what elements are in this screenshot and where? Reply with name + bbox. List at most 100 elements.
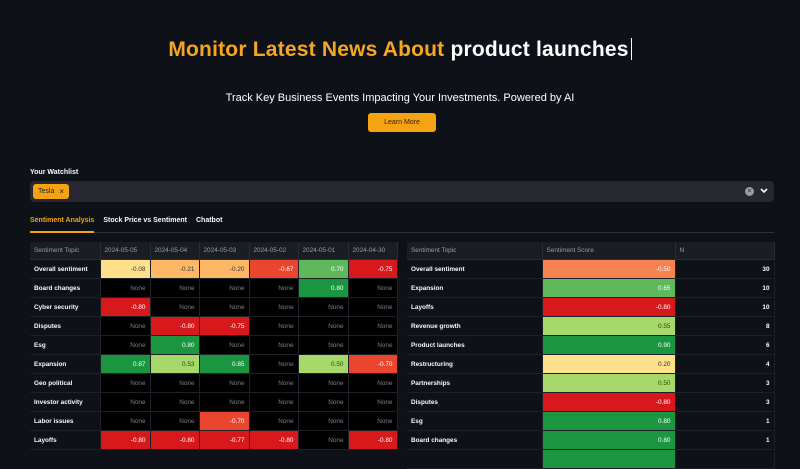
sentiment-cell: None [298, 430, 349, 450]
row-topic: Restructuring [407, 354, 543, 374]
table-row: Revenue growth 0.55 8 [407, 316, 775, 336]
count-cell: 3 [675, 392, 775, 412]
sentiment-cell: -0.20 [199, 259, 250, 279]
sentiment-cell: None [199, 392, 250, 412]
sentiment-cell: None [348, 316, 398, 336]
chip-remove-icon[interactable]: × [59, 184, 64, 199]
column-header-topic[interactable]: Sentiment Topic [30, 242, 101, 260]
row-topic: Disputes [407, 392, 543, 412]
sentiment-cell: None [100, 411, 151, 431]
count-cell: 30 [675, 259, 775, 279]
row-topic: Esg [407, 411, 543, 431]
watchlist-multiselect[interactable]: Tesla × × [30, 181, 774, 202]
sentiment-cell: -0.80 [100, 297, 151, 317]
sentiment-cell: 0.80 [298, 278, 349, 298]
table-row: Esg None 0.80 None None None None [30, 335, 398, 355]
table-row: Expansion 0.87 0.53 0.85 None 0.50 -0.70 [30, 354, 398, 374]
sentiment-cell: None [150, 297, 200, 317]
table-row: Labor issues None None -0.70 None None None [30, 411, 398, 431]
sentiment-cell: None [199, 335, 250, 355]
sentiment-cell: None [100, 392, 151, 412]
score-cell: 0.20 [542, 354, 676, 374]
learn-more-button[interactable]: Learn More [368, 113, 436, 132]
table-row: Board changes 0.80 1 [407, 430, 775, 450]
row-topic [407, 449, 543, 469]
sentiment-cell: None [199, 278, 250, 298]
sentiment-cell: None [199, 373, 250, 393]
score-cell: -0.50 [542, 259, 676, 279]
count-cell: 8 [675, 316, 775, 336]
page-title: Monitor Latest News About product launch… [0, 38, 800, 62]
clear-selection-icon[interactable]: × [745, 187, 754, 196]
sentiment-cell: 0.50 [298, 354, 349, 374]
column-header-score[interactable]: Sentiment Score [542, 242, 676, 260]
tab-stock-price-vs-sentiment[interactable]: Stock Price vs Sentiment [103, 213, 187, 231]
sentiment-cell: 0.85 [199, 354, 250, 374]
sentiment-cell: -0.75 [199, 316, 250, 336]
count-cell: 10 [675, 297, 775, 317]
sentiment-cell: None [249, 373, 299, 393]
text-cursor [630, 38, 632, 60]
chip-label: Tesla [38, 188, 55, 195]
column-header-topic[interactable]: Sentiment Topic [407, 242, 543, 260]
sentiment-cell: -0.21 [150, 259, 200, 279]
row-topic: Product launches [407, 335, 543, 355]
sentiment-cell: None [298, 411, 349, 431]
table-row [407, 449, 775, 469]
watchlist-chip[interactable]: Tesla × [33, 184, 70, 199]
sentiment-cell: -0.08 [100, 259, 151, 279]
table-row: Restructuring 0.20 4 [407, 354, 775, 374]
row-topic: Disputes [30, 316, 101, 336]
table-row: Board changes None None None None 0.80 None [30, 278, 398, 298]
column-header-date[interactable]: 2024-05-02 [249, 242, 299, 260]
sentiment-cell: 0.87 [100, 354, 151, 374]
row-topic: Overall sentiment [407, 259, 543, 279]
tab-sentiment-analysis[interactable]: Sentiment Analysis [30, 213, 95, 233]
sentiment-cell: None [100, 373, 151, 393]
count-cell [675, 449, 775, 469]
score-cell: -0.80 [542, 392, 676, 412]
sentiment-cell: None [249, 278, 299, 298]
score-cell [542, 449, 676, 469]
column-header-date[interactable]: 2024-05-05 [100, 242, 151, 260]
sentiment-cell: None [150, 392, 200, 412]
count-cell: 1 [675, 411, 775, 431]
sentiment-cell: None [100, 316, 151, 336]
table-row: Expansion 0.65 10 [407, 278, 775, 298]
table-row: Disputes -0.80 3 [407, 392, 775, 412]
sentiment-cell: None [298, 392, 349, 412]
column-header-n[interactable]: N [675, 242, 775, 260]
row-topic: Investor activity [30, 392, 101, 412]
sentiment-cell: None [298, 373, 349, 393]
column-header-date[interactable]: 2024-05-03 [199, 242, 250, 260]
sentiment-cell: -0.70 [199, 411, 250, 431]
score-cell: -0.80 [542, 297, 676, 317]
score-cell: 0.50 [542, 373, 676, 393]
column-header-date[interactable]: 2024-04-30 [348, 242, 398, 260]
sentiment-cell: None [348, 373, 398, 393]
row-topic: Board changes [30, 278, 101, 298]
sentiment-cell: None [348, 297, 398, 317]
chevron-down-icon[interactable] [759, 184, 769, 198]
sentiment-cell: None [199, 297, 250, 317]
sentiment-cell: None [298, 297, 349, 317]
sentiment-cell: -0.80 [100, 430, 151, 450]
row-topic: Expansion [30, 354, 101, 374]
table-row: Partnerships 0.50 3 [407, 373, 775, 393]
title-topic: product launches [450, 38, 629, 61]
column-header-date[interactable]: 2024-05-01 [298, 242, 349, 260]
column-header-date[interactable]: 2024-05-04 [150, 242, 200, 260]
tab-chatbot[interactable]: Chatbot [196, 213, 222, 231]
row-topic: Cyber security [30, 297, 101, 317]
tab-bar: Sentiment Analysis Stock Price vs Sentim… [30, 213, 774, 233]
sentiment-cell: -0.80 [348, 430, 398, 450]
sentiment-cell: -0.70 [348, 354, 398, 374]
row-topic: Board changes [407, 430, 543, 450]
score-cell: 0.80 [542, 411, 676, 431]
sentiment-cell: None [249, 297, 299, 317]
row-topic: Geo political [30, 373, 101, 393]
table-row: Layoffs -0.80 10 [407, 297, 775, 317]
table-row: Esg 0.80 1 [407, 411, 775, 431]
sentiment-cell: None [249, 354, 299, 374]
count-cell: 6 [675, 335, 775, 355]
